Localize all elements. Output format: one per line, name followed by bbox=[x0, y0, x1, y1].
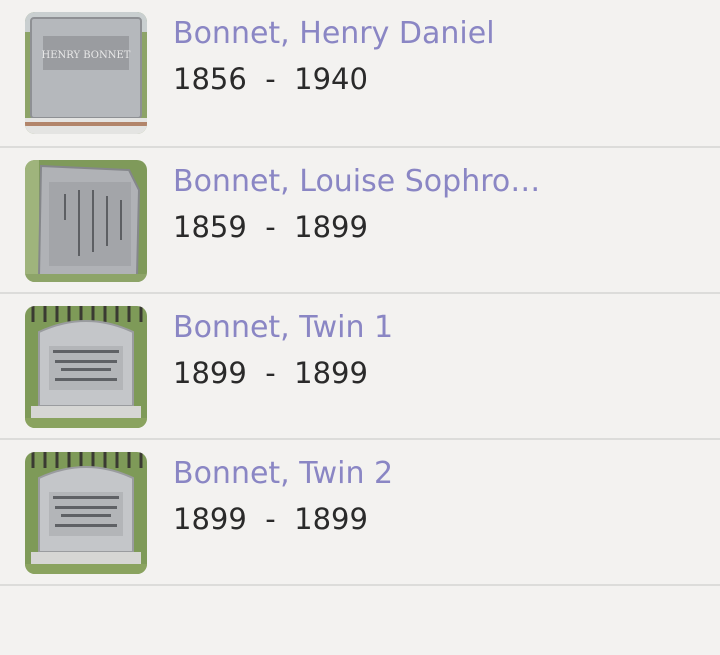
headstone-photo[interactable] bbox=[25, 306, 147, 428]
memorial-dates: 1856 - 1940 bbox=[173, 62, 368, 96]
birth-year: 1856 bbox=[173, 62, 247, 96]
headstone-photo[interactable]: HENRY BONNET bbox=[25, 12, 147, 134]
date-separator: - bbox=[265, 210, 276, 244]
memorial-name-link[interactable]: Bonnet, Louise Sophro… bbox=[173, 164, 540, 199]
list-item[interactable]: HENRY BONNET Bonnet, Henry Daniel 1856 -… bbox=[0, 0, 720, 148]
birth-year: 1899 bbox=[173, 356, 247, 390]
death-year: 1899 bbox=[294, 210, 368, 244]
headstone-photo[interactable] bbox=[25, 160, 147, 282]
list-item[interactable]: Bonnet, Twin 2 1899 - 1899 bbox=[0, 440, 720, 586]
memorial-dates: 1899 - 1899 bbox=[173, 356, 368, 390]
list-item[interactable]: Bonnet, Louise Sophro… 1859 - 1899 bbox=[0, 148, 720, 294]
death-year: 1899 bbox=[294, 356, 368, 390]
memorial-name-link[interactable]: Bonnet, Henry Daniel bbox=[173, 16, 495, 51]
memorial-name-link[interactable]: Bonnet, Twin 2 bbox=[173, 456, 393, 491]
memorial-name-link[interactable]: Bonnet, Twin 1 bbox=[173, 310, 393, 345]
list-item[interactable]: Bonnet, Twin 1 1899 - 1899 bbox=[0, 294, 720, 440]
memorial-list: HENRY BONNET Bonnet, Henry Daniel 1856 -… bbox=[0, 0, 720, 586]
birth-year: 1859 bbox=[173, 210, 247, 244]
death-year: 1899 bbox=[294, 502, 368, 536]
death-year: 1940 bbox=[294, 62, 368, 96]
memorial-dates: 1899 - 1899 bbox=[173, 502, 368, 536]
date-separator: - bbox=[265, 62, 276, 96]
birth-year: 1899 bbox=[173, 502, 247, 536]
date-separator: - bbox=[265, 502, 276, 536]
memorial-dates: 1859 - 1899 bbox=[173, 210, 368, 244]
date-separator: - bbox=[265, 356, 276, 390]
headstone-photo[interactable] bbox=[25, 452, 147, 574]
svg-text:HENRY BONNET: HENRY BONNET bbox=[42, 50, 131, 61]
